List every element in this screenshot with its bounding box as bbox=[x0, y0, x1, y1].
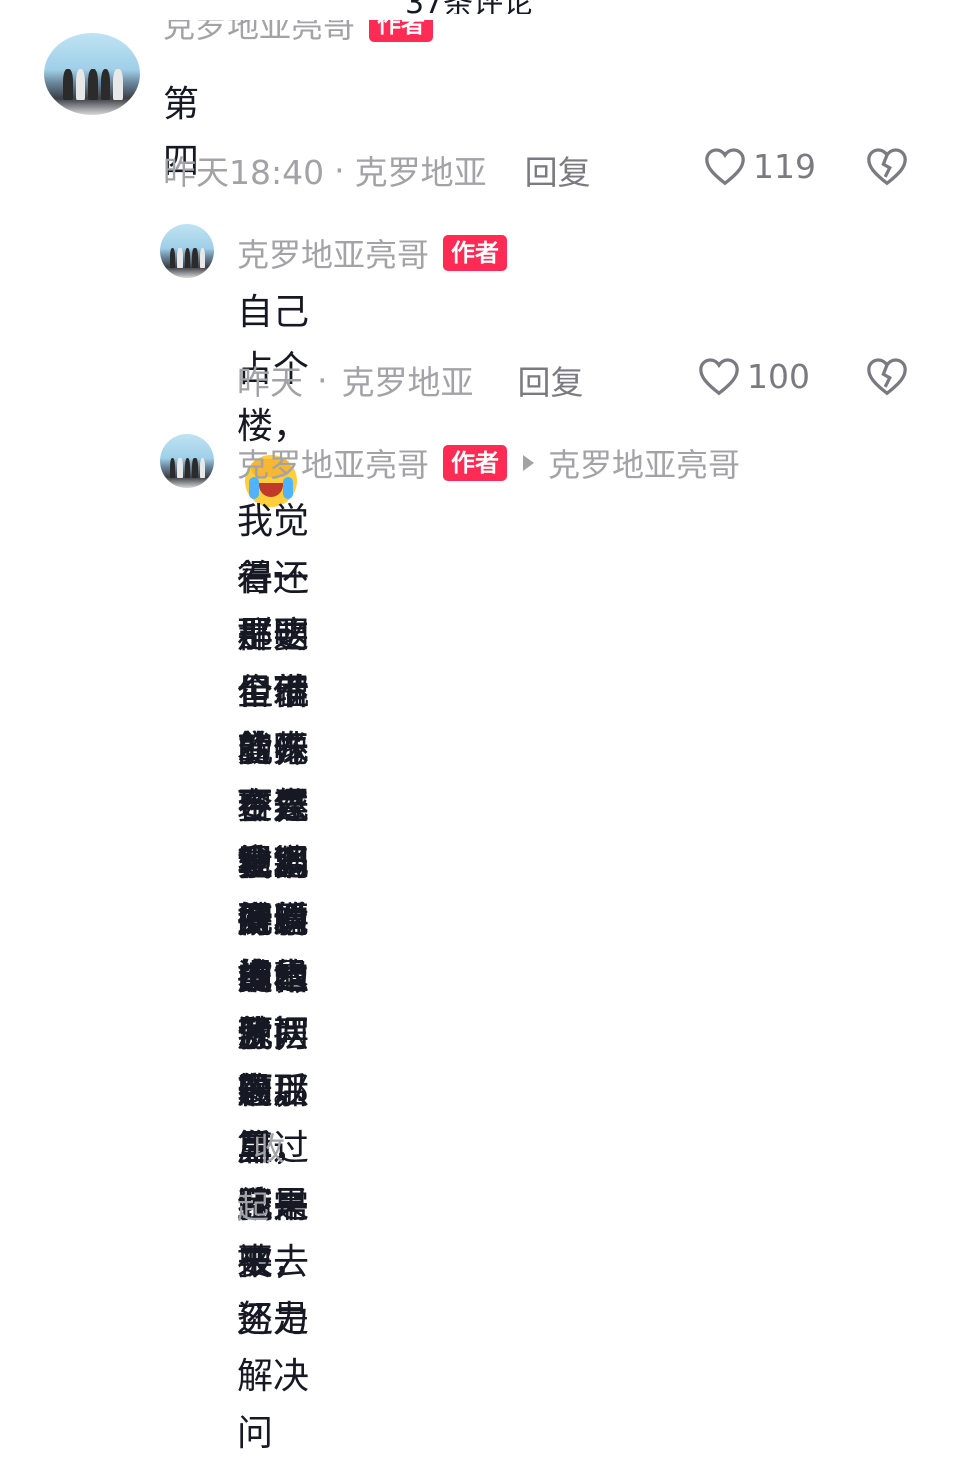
comment-time: 昨天18:40 bbox=[163, 153, 325, 192]
heart-icon bbox=[699, 358, 739, 396]
comment-last-line: 题的。收起 bbox=[237, 1006, 309, 1236]
meta-separator: · bbox=[334, 150, 345, 190]
comment-header: 克罗地亚亮哥 作者 克罗地亚亮哥 bbox=[237, 440, 740, 486]
heart-icon bbox=[705, 148, 745, 186]
broken-heart-icon bbox=[867, 358, 907, 396]
reply-button[interactable]: 回复 bbox=[518, 356, 584, 404]
comment-meta: 昨天18:40 · 克罗地亚 回复 bbox=[163, 146, 591, 194]
avatar[interactable] bbox=[44, 33, 140, 115]
dislike-button[interactable] bbox=[865, 356, 909, 400]
reply-to-arrow-icon bbox=[523, 455, 535, 471]
broken-heart-icon bbox=[867, 148, 907, 186]
avatar[interactable] bbox=[160, 224, 214, 278]
author-badge: 作者 bbox=[369, 20, 434, 42]
username[interactable]: 克罗地亚亮哥 bbox=[163, 20, 355, 47]
comment-location: 克罗地亚 bbox=[341, 363, 474, 402]
collapse-button[interactable]: 收起 bbox=[237, 1130, 285, 1226]
meta-separator: · bbox=[317, 360, 328, 400]
comment-meta: 昨天 · 克罗地亚 回复 bbox=[237, 356, 584, 404]
like-button[interactable]: 100 bbox=[697, 356, 810, 396]
author-badge: 作者 bbox=[443, 235, 508, 271]
comment-header: 克罗地亚亮哥 作者 bbox=[163, 20, 434, 60]
comment-time: 昨天 bbox=[237, 363, 303, 402]
reply-button[interactable]: 回复 bbox=[525, 146, 591, 194]
like-count: 100 bbox=[747, 356, 810, 396]
dislike-button[interactable] bbox=[865, 146, 909, 190]
avatar[interactable] bbox=[160, 434, 214, 488]
header-title: 37条评论 bbox=[405, 0, 533, 14]
like-button[interactable]: 119 bbox=[703, 146, 816, 186]
username[interactable]: 克罗地亚亮哥 bbox=[237, 440, 429, 486]
like-count: 119 bbox=[753, 146, 816, 186]
comment-location: 克罗地亚 bbox=[354, 153, 487, 192]
comment-header: 克罗地亚亮哥 作者 bbox=[237, 230, 508, 276]
author-badge: 作者 bbox=[443, 445, 508, 481]
reply-to-username[interactable]: 克罗地亚亮哥 bbox=[548, 440, 740, 486]
comment-line: 题的。 bbox=[237, 1014, 310, 1112]
username[interactable]: 克罗地亚亮哥 bbox=[237, 230, 429, 276]
header-partial: 37条评论 bbox=[0, 0, 960, 14]
